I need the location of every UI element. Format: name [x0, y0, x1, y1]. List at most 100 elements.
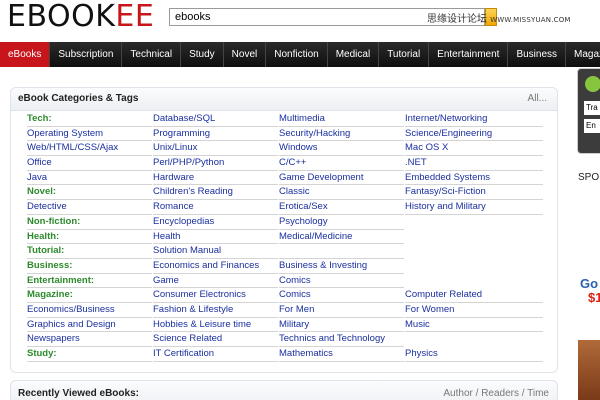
category-link[interactable]: Graphics and Design — [27, 318, 152, 333]
category-row: Operating System Programming Security/Hack… — [27, 127, 547, 142]
category-row: Business: Economics and Finances Business … — [27, 259, 547, 274]
watermark: 思缘设计论坛 WWW.MISSYUAN.COM — [427, 14, 571, 25]
category-group-heading: Novel: — [27, 185, 152, 201]
all-categories-link[interactable]: All... — [528, 93, 547, 104]
empty-cell — [405, 215, 543, 230]
sidebar-ad-price: $1 — [588, 290, 600, 305]
category-link[interactable]: Medical/Medicine — [279, 230, 404, 245]
category-group-heading: Health: — [27, 230, 152, 245]
category-link[interactable]: Newspapers — [27, 332, 152, 347]
category-link[interactable]: Comics — [279, 274, 404, 289]
category-link[interactable]: .NET — [405, 156, 543, 171]
category-link[interactable]: Mac OS X — [405, 141, 543, 157]
category-link[interactable]: Fashion & Lifestyle — [153, 303, 278, 318]
category-row: Entertainment: Game Comics — [27, 274, 547, 289]
category-link[interactable]: Computer Related — [405, 288, 543, 303]
categories-panel-header: eBook Categories & Tags All... — [11, 88, 557, 111]
category-link[interactable]: Science Related — [153, 332, 278, 347]
empty-cell — [405, 274, 543, 289]
category-row: Magazine: Consumer Electronics Comics Compu… — [27, 288, 547, 303]
category-link[interactable]: Detective — [27, 200, 152, 215]
category-link[interactable]: For Men — [279, 303, 404, 318]
category-link[interactable]: Solution Manual — [153, 244, 278, 259]
category-link[interactable]: Consumer Electronics — [153, 288, 278, 303]
nav-item-study[interactable]: Study — [181, 42, 224, 67]
recent-panel: Recently Viewed eBooks: Author / Readers… — [10, 380, 558, 400]
empty-cell — [405, 332, 543, 347]
nav-item-nonfiction[interactable]: Nonfiction — [266, 42, 328, 67]
category-link[interactable]: Children's Reading — [153, 185, 278, 201]
category-link[interactable]: Erotica/Sex — [279, 200, 404, 215]
category-link[interactable]: Economics and Finances — [153, 259, 278, 274]
category-link[interactable]: Office — [27, 156, 152, 171]
site-header: EBOOKEE 思缘设计论坛 WWW.MISSYUAN.COM — [0, 0, 600, 40]
empty-cell — [405, 230, 543, 245]
category-link[interactable]: Music — [405, 318, 543, 333]
category-link[interactable]: Game Development — [279, 171, 404, 186]
category-link[interactable]: Military — [279, 318, 404, 333]
category-link[interactable]: Hobbies & Leisure time — [153, 318, 278, 333]
category-row: Newspapers Science Related Technics and Te… — [27, 332, 547, 347]
empty-cell — [279, 244, 404, 259]
category-link[interactable]: Classic — [279, 185, 404, 201]
category-row: Graphics and Design Hobbies & Leisure tim… — [27, 318, 547, 333]
sidebar-heading: SPO — [578, 172, 600, 183]
categories-title: eBook Categories & Tags — [18, 93, 139, 104]
nav-item-medical[interactable]: Medical — [328, 42, 380, 67]
category-link[interactable]: Psychology — [279, 215, 404, 230]
category-link[interactable]: Web/HTML/CSS/Ajax — [27, 141, 152, 157]
category-link[interactable]: History and Military — [405, 200, 543, 215]
category-link[interactable]: Embedded Systems — [405, 171, 543, 186]
category-link[interactable]: Security/Hacking — [279, 127, 404, 142]
category-row: Tutorial: Solution Manual — [27, 244, 547, 259]
category-link[interactable]: Operating System — [27, 127, 152, 142]
nav-item-entertainment[interactable]: Entertainment — [429, 42, 509, 67]
category-link[interactable]: Encyclopedias — [153, 215, 278, 230]
category-group-heading: Entertainment: — [27, 274, 152, 289]
category-link[interactable]: Health — [153, 230, 278, 245]
category-group-heading: Tutorial: — [27, 244, 152, 259]
category-link[interactable]: Multimedia — [279, 112, 404, 127]
category-link[interactable]: Science/Engineering — [405, 127, 543, 142]
category-link[interactable]: Database/SQL — [153, 112, 278, 127]
site-logo[interactable]: EBOOKEE — [7, 0, 154, 34]
category-link[interactable]: Fantasy/Sci-Fiction — [405, 185, 543, 201]
empty-cell — [405, 259, 543, 274]
sidebar-input-2[interactable]: En — [584, 119, 600, 133]
category-link[interactable]: For Women — [405, 303, 543, 318]
category-link[interactable]: Hardware — [153, 171, 278, 186]
nav-item-business[interactable]: Business — [508, 42, 567, 67]
category-link[interactable]: Perl/PHP/Python — [153, 156, 278, 171]
category-row: Web/HTML/CSS/Ajax Unix/Linux Windows Mac OS… — [27, 141, 547, 157]
sidebar-input-1[interactable]: Tra — [584, 101, 600, 115]
nav-item-ebooks[interactable]: eBooks — [0, 42, 51, 67]
category-link[interactable]: C/C++ — [279, 156, 404, 171]
category-link[interactable]: Comics — [279, 288, 404, 303]
category-link[interactable]: Physics — [405, 347, 543, 362]
category-link[interactable]: Unix/Linux — [153, 141, 278, 157]
category-link[interactable]: Economics/Business — [27, 303, 152, 318]
category-link[interactable]: Mathematics — [279, 347, 404, 362]
nav-item-novel[interactable]: Novel — [224, 42, 267, 67]
category-group-heading: Business: — [27, 259, 152, 274]
recent-sort-links[interactable]: Author / Readers / Time — [443, 388, 549, 399]
category-link[interactable]: Internet/Networking — [405, 112, 543, 127]
category-link[interactable]: Programming — [153, 127, 278, 142]
category-link[interactable]: IT Certification — [153, 347, 278, 362]
sidebar-logo-icon — [585, 76, 600, 92]
nav-item-subscription[interactable]: Subscription — [50, 42, 123, 67]
category-link[interactable]: Technics and Technology — [279, 332, 404, 347]
sidebar-ad-title[interactable]: Go — [580, 276, 598, 291]
logo-accent: EE — [115, 0, 155, 34]
main-nav: eBooks Subscription Technical Study Novel Non… — [0, 42, 600, 67]
category-link[interactable]: Windows — [279, 141, 404, 157]
category-row: Office Perl/PHP/Python C/C++ .NET — [27, 156, 547, 171]
category-link[interactable]: Game — [153, 274, 278, 289]
nav-item-tutorial[interactable]: Tutorial — [379, 42, 430, 67]
nav-item-magazine[interactable]: Magazine — [566, 42, 600, 67]
nav-item-technical[interactable]: Technical — [122, 42, 182, 67]
sidebar-ad-image[interactable] — [578, 340, 600, 400]
category-link[interactable]: Business & Investing — [279, 259, 404, 274]
category-link[interactable]: Java — [27, 171, 152, 186]
category-link[interactable]: Romance — [153, 200, 278, 215]
